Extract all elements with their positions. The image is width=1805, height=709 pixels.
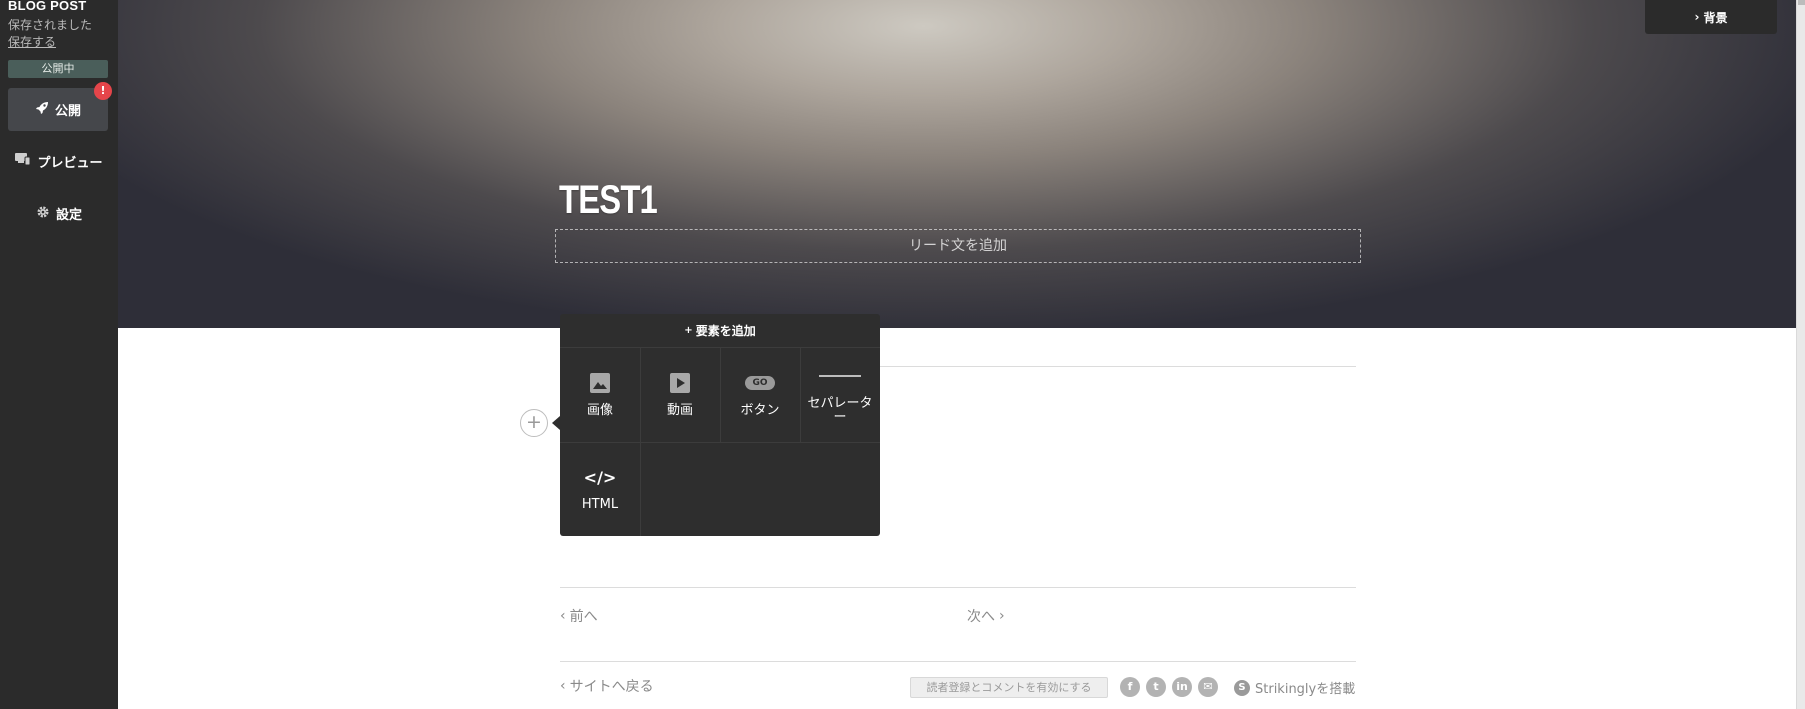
button-icon: GO [745,372,775,394]
plus-icon: + [684,325,693,336]
strikingly-logo-icon: S [1234,679,1250,696]
separator-icon [819,365,861,387]
background-button[interactable]: › 背景 [1645,0,1777,34]
devices-icon [15,153,31,170]
prev-post-link[interactable]: ‹ 前へ [560,606,598,626]
chevron-right-icon: › [999,608,1005,624]
twitter-icon[interactable]: t [1146,677,1166,697]
save-link[interactable]: 保存する [8,33,56,50]
element-image-label: 画像 [586,403,613,418]
element-button-label: ボタン [740,403,780,418]
element-separator-label: セパレーター [807,396,873,425]
publish-alert-badge: ! [94,82,112,100]
scrollbar-thumb[interactable] [1798,0,1805,5]
go-badge: GO [745,376,775,390]
element-separator[interactable]: セパレーター [800,348,880,442]
enable-comments-button[interactable]: 読者登録とコメントを有効にする [910,677,1108,698]
linkedin-icon[interactable]: in [1172,677,1192,697]
preview-label: プレビュー [37,156,103,171]
next-label: 次へ [967,609,995,625]
element-html-label: HTML [581,497,619,512]
published-status-badge: 公開中 [8,60,108,78]
editor-sidebar: BLOG POST 保存されました 保存する 公開中 公開 ! プレビュー 設定 [0,0,118,709]
element-image[interactable]: 画像 [560,348,640,442]
html-icon: </> [583,467,617,487]
back-label: サイトへ戻る [569,679,654,695]
powered-by-label: Strikinglyを搭載 [1255,682,1356,697]
element-video[interactable]: 動画 [640,348,720,442]
next-post-link[interactable]: 次へ › [967,606,1005,626]
sidebar-title: BLOG POST [8,0,87,13]
element-button[interactable]: GO ボタン [720,348,800,442]
footer-divider [560,661,1356,662]
app-root: BLOG POST 保存されました 保存する 公開中 公開 ! プレビュー 設定… [0,0,1805,709]
preview-button[interactable]: プレビュー [0,152,118,171]
content-divider [879,366,1356,367]
popup-arrow [552,416,560,430]
element-html[interactable]: </> HTML [560,442,640,536]
lead-text-input[interactable] [555,229,1361,263]
saved-status: 保存されました [8,18,93,32]
publish-button[interactable]: 公開 [8,88,108,131]
popup-header: + 要素を追加 [560,314,880,348]
video-icon [670,372,690,394]
popup-title: 要素を追加 [695,324,756,338]
post-title[interactable]: TEST1 [559,178,658,223]
settings-button[interactable]: 設定 [0,204,118,223]
rocket-icon [35,101,49,119]
prev-label: 前へ [569,609,598,625]
powered-by-link[interactable]: S Strikinglyを搭載 [1234,678,1355,697]
facebook-icon[interactable]: f [1120,677,1140,697]
gear-icon [36,205,50,223]
element-video-label: 動画 [666,403,693,418]
chevron-right-icon: › [1694,10,1700,24]
publish-label: 公開 [54,104,81,119]
background-button-label: 背景 [1703,10,1728,25]
add-element-popup: + 要素を追加 画像 動画 GO ボタン セパレーター </> HTML [560,314,880,536]
email-icon[interactable]: ✉ [1198,677,1218,697]
chevron-left-icon: ‹ [560,678,566,694]
page-scrollbar[interactable] [1796,0,1805,709]
add-element-button[interactable]: + [520,409,548,437]
settings-label: 設定 [55,208,82,223]
post-nav-divider [560,587,1356,588]
hero-section [118,0,1796,328]
chevron-left-icon: ‹ [560,608,566,624]
image-icon [590,372,610,394]
back-to-site-link[interactable]: ‹ サイトへ戻る [560,676,654,696]
